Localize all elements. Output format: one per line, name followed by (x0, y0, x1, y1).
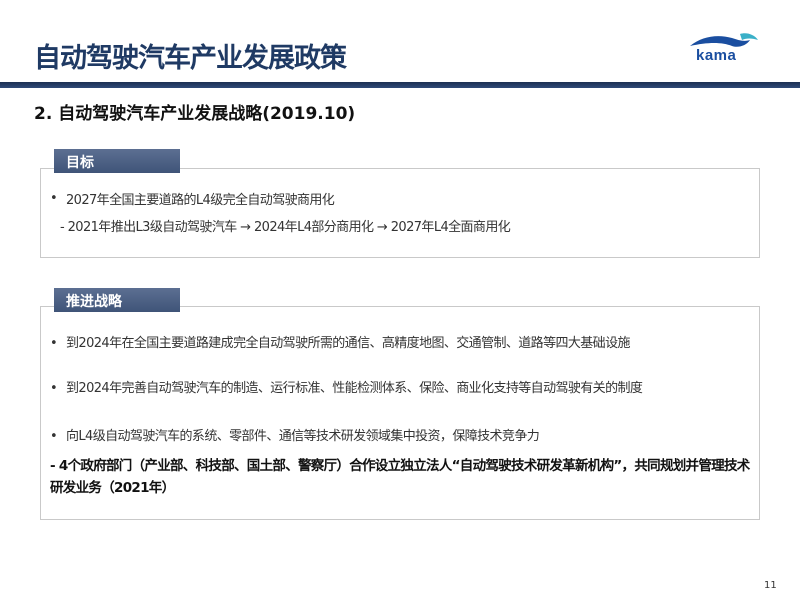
title-divider (0, 82, 800, 88)
page-number: 11 (764, 580, 777, 591)
bullet-icon: • (50, 336, 58, 351)
strategy-item: 到2024年在全国主要道路建成完全自动驾驶所需的通信、高精度地图、交通管制、道路… (66, 336, 630, 351)
logo-text: kama (696, 47, 737, 64)
logo-swoosh-icon (690, 36, 750, 47)
strategy-item: 向L4级自动驾驶汽车的系统、零部件、通信等技术研发领域集中投资，保障技术竞争力 (66, 429, 540, 444)
slide-title: 自动驾驶汽车产业发展政策 (34, 43, 347, 74)
strategy-tab: 推进战略 (54, 288, 180, 312)
logo-accent-icon (740, 33, 758, 40)
goal-box (40, 168, 760, 258)
goal-text: 2027年全国主要道路的L4级完全自动驾驶商用化 (66, 193, 335, 208)
bullet-icon: • (50, 381, 58, 396)
strategy-subitem: - 4个政府部门（产业部、科技部、国土部、警察厅）合作设立独立法人“自动驾驶技术… (50, 458, 750, 496)
bullet-icon: • (50, 191, 58, 206)
goal-tab: 目标 (54, 149, 180, 173)
goal-timeline: - 2021年推出L3级自动驾驶汽车 → 2024年L4部分商用化 → 2027… (60, 220, 511, 235)
strategy-item: 到2024年完善自动驾驶汽车的制造、运行标准、性能检测体系、保险、商业化支持等自… (66, 381, 643, 396)
bullet-icon: • (50, 429, 58, 444)
section-subtitle: 2. 自动驾驶汽车产业发展战略(2019.10) (34, 104, 356, 124)
